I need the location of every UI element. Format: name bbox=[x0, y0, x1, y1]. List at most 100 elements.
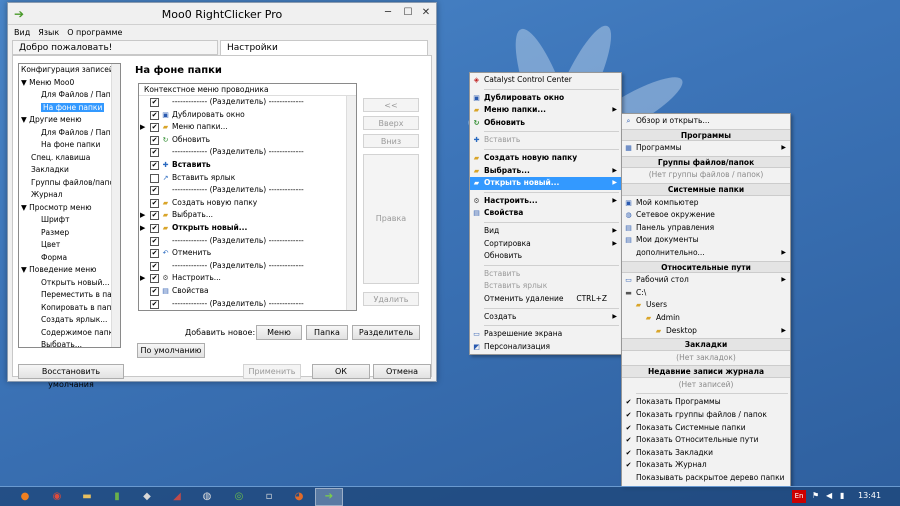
volume-icon[interactable]: ◀ bbox=[826, 491, 832, 500]
add-folder-button[interactable]: Папка bbox=[306, 325, 348, 340]
list-item[interactable]: ✔ ▣ Дублировать окно bbox=[139, 109, 356, 122]
flag-icon[interactable]: ⚑ bbox=[812, 491, 819, 500]
edit-button[interactable]: Правка bbox=[363, 154, 419, 284]
app-icon-6[interactable]: ▫ bbox=[262, 490, 276, 504]
tree-item[interactable]: Выбрать... bbox=[19, 339, 120, 347]
checkbox[interactable]: ✔ bbox=[150, 223, 159, 233]
title-bar[interactable]: ➔ Moo0 RightClicker Pro ─ ☐ ✕ bbox=[8, 3, 436, 25]
checkbox[interactable]: ✔ bbox=[150, 236, 159, 246]
menu-item[interactable]: ▣ Мой компьютер bbox=[622, 197, 790, 210]
menu-item[interactable]: ◩ Персонализация bbox=[470, 341, 621, 354]
checkbox[interactable]: ✔ bbox=[150, 186, 159, 196]
checkbox[interactable] bbox=[150, 173, 159, 183]
checkbox[interactable]: ✔ bbox=[150, 274, 159, 284]
expand-arrow-icon[interactable]: ▶ bbox=[140, 272, 145, 285]
tree-item[interactable]: Для Файлов / Папки bbox=[19, 89, 120, 102]
tree-item[interactable]: Содержимое папки... bbox=[19, 327, 120, 340]
checkbox[interactable]: ✔ bbox=[150, 261, 159, 271]
tree-item[interactable]: Цвет bbox=[19, 239, 120, 252]
menu-item[interactable]: ▰ Меню папки... ▶ bbox=[470, 104, 621, 117]
menu-item[interactable]: ▰ Desktop ▶ bbox=[622, 325, 790, 338]
default-button[interactable]: По умолчанию bbox=[137, 343, 205, 358]
list-item[interactable]: ✔ ------------- (Разделитель) -----------… bbox=[139, 96, 356, 109]
app-icon-7[interactable]: ◕ bbox=[292, 490, 306, 504]
tree-item[interactable]: ▼ Просмотр меню bbox=[19, 202, 120, 215]
menu-item[interactable]: ▦ Программы ▶ bbox=[622, 142, 790, 155]
menu-item[interactable]: ✔ Показать Закладки bbox=[622, 447, 790, 460]
menu-item[interactable]: ▰ Admin bbox=[622, 312, 790, 325]
list-item[interactable]: ✔ ------------- (Разделитель) -----------… bbox=[139, 235, 356, 248]
checkbox[interactable]: ✔ bbox=[150, 123, 159, 133]
menu-item[interactable]: Обновить bbox=[470, 250, 621, 263]
menu-item[interactable]: Создать ▶ bbox=[470, 311, 621, 324]
menu-item[interactable]: ✚ Вставить bbox=[470, 134, 621, 147]
delete-button[interactable]: Удалить bbox=[363, 292, 419, 306]
menu-item[interactable]: Вставить bbox=[470, 268, 621, 281]
tree-item[interactable]: Шрифт bbox=[19, 214, 120, 227]
tree-item[interactable]: ▼ Другие меню bbox=[19, 114, 120, 127]
menu-item[interactable]: ↻ Обновить bbox=[470, 117, 621, 130]
checkbox[interactable]: ✔ bbox=[150, 286, 159, 296]
network-icon[interactable]: ▮ bbox=[840, 491, 844, 500]
list-item[interactable]: ↗ Вставить ярлык bbox=[139, 172, 356, 185]
list-item[interactable]: ✔ ------------- (Разделитель) -----------… bbox=[139, 260, 356, 273]
checkbox[interactable]: ✔ bbox=[150, 160, 159, 170]
expand-arrow-icon[interactable]: ▶ bbox=[140, 121, 145, 134]
rightclicker-taskbar-icon[interactable]: ➔ bbox=[322, 490, 336, 504]
list-item[interactable]: ✔ ------------- (Разделитель) -----------… bbox=[139, 146, 356, 159]
tree-item[interactable]: ▼ Поведение меню bbox=[19, 264, 120, 277]
menu-item[interactable]: ✔ Показать Программы bbox=[622, 396, 790, 409]
list-item[interactable]: ▶ ✔ ▰ Меню папки... bbox=[139, 121, 356, 134]
list-item[interactable]: ✔ ▰ Создать новую папку bbox=[139, 197, 356, 210]
tree-item[interactable]: На фоне папки bbox=[19, 139, 120, 152]
menu-item[interactable]: ▰ Users bbox=[622, 299, 790, 312]
menu-item[interactable]: ⌕ Обзор и открыть... bbox=[622, 115, 790, 128]
tab-settings[interactable]: Настройки bbox=[220, 40, 428, 55]
app-icon-5[interactable]: ◎ bbox=[232, 490, 246, 504]
checkbox[interactable]: ✔ bbox=[150, 110, 159, 120]
add-separator-button[interactable]: Разделитель bbox=[352, 325, 420, 340]
move-down-button[interactable]: Вниз bbox=[363, 134, 419, 148]
cancel-button[interactable]: Отмена bbox=[373, 364, 431, 379]
explorer-icon[interactable]: ▬ bbox=[80, 490, 94, 504]
tree-scrollbar[interactable] bbox=[111, 64, 120, 347]
checkbox[interactable]: ✔ bbox=[150, 135, 159, 145]
menu-item[interactable]: ◍ Сетевое окружение bbox=[622, 209, 790, 222]
list-item[interactable]: ✔ ------------- (Разделитель) -----------… bbox=[139, 184, 356, 197]
checkbox[interactable]: ✔ bbox=[150, 98, 159, 107]
tree-item[interactable]: Форма bbox=[19, 252, 120, 265]
app-icon-4[interactable]: ◍ bbox=[200, 490, 214, 504]
list-item[interactable]: ▶ ✔ ▰ Открыть новый... bbox=[139, 222, 356, 235]
checkbox[interactable]: ✔ bbox=[150, 211, 159, 221]
app-icon-3[interactable]: ◢ bbox=[170, 490, 184, 504]
checkbox[interactable]: ✔ bbox=[150, 249, 159, 259]
expand-arrow-icon[interactable]: ▶ bbox=[140, 209, 145, 222]
menu-item[interactable]: ▰ Открыть новый... ▶ bbox=[470, 177, 621, 190]
menu-item[interactable]: ✔ Показать Относительные пути bbox=[622, 434, 790, 447]
menu-item[interactable]: ▬ C:\ bbox=[622, 287, 790, 300]
menu-item[interactable]: ▭ Рабочий стол ▶ bbox=[622, 274, 790, 287]
restore-defaults-button[interactable]: Восстановить умолчания bbox=[18, 364, 124, 389]
tree-item[interactable]: Создать ярлык... bbox=[19, 314, 120, 327]
apply-button[interactable]: Применить bbox=[243, 364, 301, 379]
list-item[interactable]: ✔ ▤ Свойства bbox=[139, 285, 356, 298]
menu-item[interactable]: дополнительно... ▶ bbox=[622, 247, 790, 260]
menu-item[interactable]: Отменить удаление CTRL+Z bbox=[470, 293, 621, 306]
tree-item[interactable]: ▼ Меню Moo0 bbox=[19, 77, 120, 90]
menu-item[interactable]: Вставить ярлык bbox=[470, 280, 621, 293]
tree-item[interactable]: Копировать в папку... bbox=[19, 302, 120, 315]
list-item[interactable]: ✔ ↻ Обновить bbox=[139, 134, 356, 147]
list-item[interactable]: ▶ ✔ ▰ Выбрать... bbox=[139, 209, 356, 222]
list-item[interactable]: ✔ ↶ Отменить bbox=[139, 247, 356, 260]
tree-item[interactable]: Спец. клавиша bbox=[19, 152, 120, 165]
list-item[interactable]: ▶ ✔ ⚙ Настроить... bbox=[139, 272, 356, 285]
expand-arrow-icon[interactable]: ▶ bbox=[140, 222, 145, 235]
tree-item[interactable]: Конфигурация записей bbox=[19, 64, 120, 77]
menu-language[interactable]: Язык bbox=[38, 28, 59, 37]
firefox-icon[interactable]: ● bbox=[18, 490, 32, 504]
menu-item[interactable]: ▭ Разрешение экрана bbox=[470, 328, 621, 341]
menu-view[interactable]: Вид bbox=[14, 28, 30, 37]
list-scrollbar[interactable] bbox=[346, 96, 356, 310]
move-left-button[interactable]: << bbox=[363, 98, 419, 112]
menu-item[interactable]: ✔ Показать Системные папки bbox=[622, 422, 790, 435]
